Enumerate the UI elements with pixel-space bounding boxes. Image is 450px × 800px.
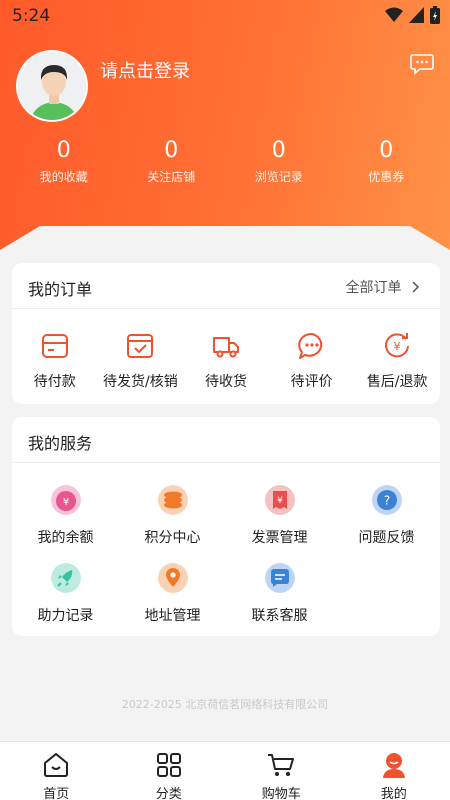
header-background <box>0 0 450 250</box>
comment-icon <box>297 332 322 359</box>
service-assist-records[interactable]: 助力记录 <box>12 563 119 641</box>
invoice-icon: ¥ <box>264 485 295 515</box>
mine-icon <box>382 753 405 778</box>
wifi-icon <box>385 7 403 22</box>
service-label: 助力记录 <box>37 608 94 624</box>
stat-coupons[interactable]: 0 优惠券 <box>333 138 441 185</box>
orders-header: 我的订单 全部订单 <box>12 263 440 309</box>
tab-cart[interactable]: 购物车 <box>225 742 338 800</box>
status-time: 5:24 <box>12 6 51 26</box>
service-label: 问题反馈 <box>358 530 415 546</box>
service-label: 我的余额 <box>37 530 94 546</box>
box-check-icon <box>127 334 154 358</box>
order-pending-review[interactable]: 待评价 <box>269 331 355 391</box>
service-balance[interactable]: ¥ 我的余额 <box>12 485 119 563</box>
tab-label: 购物车 <box>261 787 301 800</box>
tab-home[interactable]: 首页 <box>0 742 113 800</box>
stat-history[interactable]: 0 浏览记录 <box>225 138 333 185</box>
stat-label: 关注店铺 <box>147 170 196 184</box>
copyright-text: 2022-2025 北京荷信茗网络科技有限公司 <box>121 698 329 711</box>
order-pending-shipment[interactable]: 待发货/核销 <box>98 331 184 391</box>
stat-followed-shops[interactable]: 0 关注店铺 <box>118 138 226 185</box>
service-feedback[interactable]: ? 问题反馈 <box>333 485 440 563</box>
stat-favorites[interactable]: 0 我的收藏 <box>10 138 118 185</box>
order-status-row: 待付款 待发货/核销 待收货 待评价 ¥ 售后/退款 <box>12 309 440 391</box>
order-label: 待发货/核销 <box>103 374 178 390</box>
points-icon <box>157 485 188 515</box>
stat-value: 0 <box>379 138 394 163</box>
stat-value: 0 <box>164 138 179 163</box>
orders-title: 我的订单 <box>28 280 93 299</box>
order-pending-payment[interactable]: 待付款 <box>12 331 98 391</box>
service-icon <box>264 563 295 593</box>
order-label: 待评价 <box>290 374 333 390</box>
order-label: 售后/退款 <box>366 374 428 390</box>
category-icon <box>156 753 181 777</box>
stat-value: 0 <box>271 138 286 163</box>
service-contact[interactable]: 联系客服 <box>226 563 333 641</box>
services-header: 我的服务 <box>12 417 440 463</box>
svg-text:¥: ¥ <box>277 496 283 506</box>
orders-card: 我的订单 全部订单 待付款 待发货/核销 待收货 待评价 ¥ 售后/退款 <box>12 263 440 404</box>
signal-icon <box>409 7 424 23</box>
service-address[interactable]: 地址管理 <box>119 563 226 641</box>
order-label: 待付款 <box>33 374 76 390</box>
all-orders-link[interactable]: 全部订单 <box>346 277 420 297</box>
battery-icon <box>430 6 440 24</box>
all-orders-label: 全部订单 <box>345 280 402 296</box>
services-grid: ¥ 我的余额 积分中心 ¥ 发票管理 ? 问题反馈 助力记录 地址管理 联系客服 <box>12 463 440 641</box>
location-icon <box>157 563 188 593</box>
service-label: 积分中心 <box>144 530 201 546</box>
service-points[interactable]: 积分中心 <box>119 485 226 563</box>
service-label: 联系客服 <box>251 608 308 624</box>
status-bar: 5:24 <box>0 0 450 32</box>
order-pending-receipt[interactable]: 待收货 <box>183 331 269 391</box>
stats-row: 0 我的收藏 0 关注店铺 0 浏览记录 0 优惠券 <box>10 138 440 185</box>
cart-icon <box>268 754 295 776</box>
login-prompt[interactable]: 请点击登录 <box>100 57 190 83</box>
chevron-right-icon <box>412 281 420 293</box>
service-label: 发票管理 <box>251 530 308 546</box>
service-label: 地址管理 <box>144 608 201 624</box>
tab-label: 我的 <box>380 787 407 800</box>
tab-mine[interactable]: 我的 <box>338 742 450 800</box>
order-label: 待收货 <box>204 374 247 390</box>
truck-icon <box>212 337 239 358</box>
svg-text:?: ? <box>383 494 389 508</box>
stat-value: 0 <box>56 138 71 163</box>
tab-category[interactable]: 分类 <box>113 742 226 800</box>
svg-text:¥: ¥ <box>394 340 401 353</box>
bottom-tabbar: 首页 分类 购物车 我的 <box>0 741 450 800</box>
service-invoice[interactable]: ¥ 发票管理 <box>226 485 333 563</box>
tab-label: 分类 <box>155 787 182 800</box>
services-card: 我的服务 ¥ 我的余额 积分中心 ¥ 发票管理 ? 问题反馈 助力记录 地址管理… <box>12 417 440 636</box>
stat-label: 浏览记录 <box>254 170 303 184</box>
refund-icon: ¥ <box>385 333 410 358</box>
services-title: 我的服务 <box>28 434 93 453</box>
order-after-sales[interactable]: ¥ 售后/退款 <box>354 331 440 391</box>
stat-label: 优惠券 <box>368 170 405 184</box>
home-icon <box>44 753 69 777</box>
tab-label: 首页 <box>43 787 70 800</box>
stat-label: 我的收藏 <box>39 170 88 184</box>
wallet-icon <box>41 334 68 358</box>
balance-icon: ¥ <box>50 485 81 515</box>
svg-text:¥: ¥ <box>62 497 68 508</box>
avatar[interactable] <box>16 50 88 122</box>
rocket-icon <box>50 563 81 593</box>
message-icon[interactable] <box>410 53 434 75</box>
feedback-icon: ? <box>371 485 402 515</box>
